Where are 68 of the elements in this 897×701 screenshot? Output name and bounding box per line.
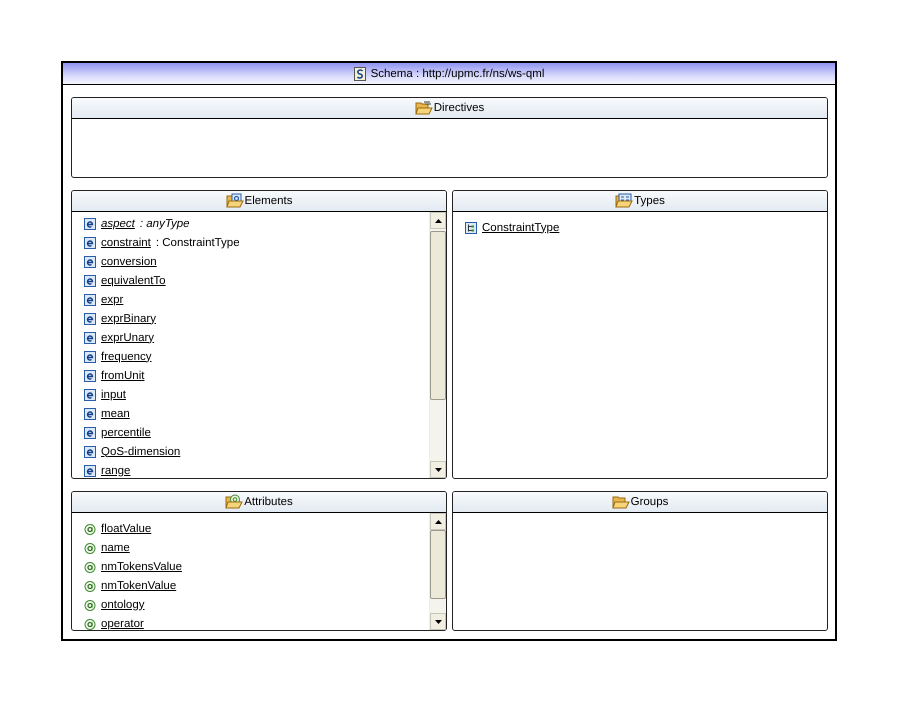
- item-link[interactable]: input: [101, 388, 126, 400]
- item-type: : ConstraintType: [156, 236, 240, 248]
- folder-icon: [414, 100, 433, 116]
- scroll-down-button[interactable]: [430, 461, 446, 478]
- up-arrow-icon: [434, 218, 442, 222]
- item-link[interactable]: aspect: [101, 218, 135, 230]
- element-icon: [84, 350, 96, 362]
- item-link[interactable]: fromUnit: [101, 370, 144, 382]
- item-link[interactable]: ontology: [101, 598, 144, 610]
- attribute-folder-icon: [225, 494, 244, 510]
- scrollbar-thumb[interactable]: [430, 231, 446, 400]
- type-folder-icon: [615, 193, 634, 209]
- down-arrow-icon: [434, 620, 442, 624]
- item-link[interactable]: name: [101, 542, 130, 554]
- attribute-icon: [84, 580, 96, 592]
- item-link[interactable]: exprUnary: [101, 332, 154, 344]
- item-link[interactable]: conversion: [101, 256, 157, 268]
- element-icon: [84, 426, 96, 438]
- item-link[interactable]: constraint: [101, 236, 151, 248]
- down-arrow-icon: [434, 468, 442, 472]
- item-link[interactable]: range: [101, 464, 130, 476]
- attribute-icon: [84, 598, 96, 610]
- scroll-up-button[interactable]: [430, 513, 446, 530]
- scroll-up-button[interactable]: [430, 212, 446, 229]
- element-icon: [84, 312, 96, 324]
- element-folder-icon: [226, 193, 244, 209]
- folder-icon: [612, 494, 630, 510]
- item-link[interactable]: floatValue: [101, 522, 152, 534]
- element-icon: [84, 408, 96, 420]
- up-arrow-icon: [434, 520, 442, 524]
- item-link[interactable]: equivalentTo: [101, 274, 166, 286]
- attribute-icon: [84, 560, 96, 572]
- section-title: Types: [634, 195, 665, 207]
- element-icon: [84, 446, 96, 458]
- window-title: Schema : http://upmc.fr/ns/ws-qml: [370, 68, 544, 80]
- item-link[interactable]: frequency: [101, 350, 152, 362]
- item-link[interactable]: operator: [101, 618, 144, 630]
- item-type: : anyType: [140, 218, 190, 230]
- section-title: Elements: [244, 195, 292, 207]
- attribute-icon: [84, 522, 96, 534]
- schema-icon: [354, 66, 366, 80]
- scroll-down-button[interactable]: [430, 613, 446, 630]
- attribute-icon: [84, 542, 96, 554]
- item-link[interactable]: percentile: [101, 426, 151, 438]
- element-icon: [84, 388, 96, 400]
- scrollbar-thumb[interactable]: [430, 530, 446, 599]
- element-icon: [84, 218, 96, 230]
- section-title: Attributes: [244, 496, 293, 508]
- element-icon: [84, 256, 96, 268]
- item-link[interactable]: nmTokensValue: [101, 560, 182, 572]
- element-icon: [84, 236, 96, 248]
- section-title: Groups: [630, 496, 668, 508]
- section-title: Directives: [434, 102, 484, 114]
- item-link[interactable]: ConstraintType: [482, 222, 560, 234]
- item-link[interactable]: expr: [101, 294, 124, 306]
- item-link[interactable]: mean: [101, 408, 130, 420]
- element-icon: [84, 294, 96, 306]
- element-icon: [84, 370, 96, 382]
- item-link[interactable]: exprBinary: [101, 312, 156, 324]
- element-icon: [84, 332, 96, 344]
- item-link[interactable]: nmTokenValue: [101, 580, 176, 592]
- complex-type-icon: [465, 222, 477, 234]
- attribute-icon: [84, 618, 96, 630]
- element-icon: [84, 464, 96, 476]
- element-icon: [84, 274, 96, 286]
- scrollbar[interactable]: [429, 212, 446, 478]
- item-link[interactable]: QoS-dimension: [101, 446, 180, 458]
- scrollbar[interactable]: [429, 513, 446, 630]
